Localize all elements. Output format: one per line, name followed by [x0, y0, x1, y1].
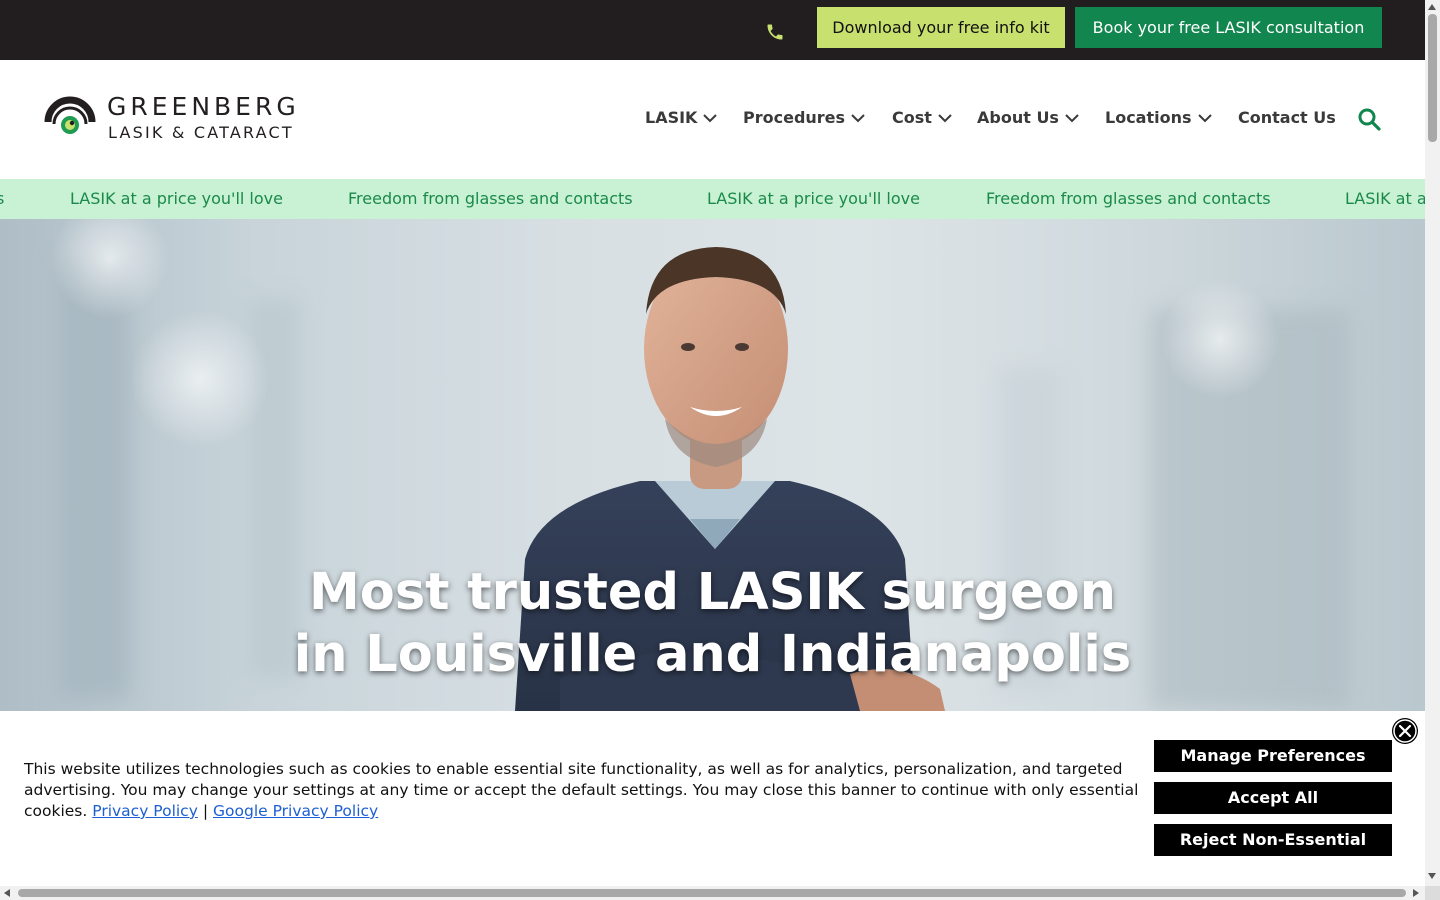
vertical-scrollbar[interactable] — [1425, 0, 1440, 886]
vertical-scroll-thumb[interactable] — [1428, 14, 1437, 142]
chevron-down-icon — [1197, 113, 1212, 122]
top-bar: Download your free info kit Book your fr… — [0, 0, 1425, 60]
ticker-item: Freedom from glasses and contacts — [986, 189, 1271, 208]
chevron-down-icon — [703, 113, 718, 122]
scroll-down-arrow-icon[interactable] — [1428, 873, 1436, 879]
nav-item-contact-us[interactable]: Contact Us — [1238, 108, 1336, 127]
cookie-banner: This website utilizes technologies such … — [0, 711, 1425, 886]
logo[interactable]: GREENBERG LASIK & CATARACT — [44, 92, 334, 148]
accept-all-button[interactable]: Accept All — [1154, 782, 1392, 814]
nav-item-lasik[interactable]: LASIK — [645, 108, 718, 127]
hero-title-line2: in Louisville and Indianapolis — [293, 625, 1132, 684]
ticker-item: s — [0, 189, 5, 208]
scrollbar-corner — [1425, 886, 1440, 900]
hero-title-line1: Most trusted LASIK surgeon — [309, 563, 1116, 622]
hero-title: Most trusted LASIK surgeon in Louisville… — [0, 562, 1425, 686]
ticker-item: LASIK at a — [1345, 189, 1425, 208]
privacy-policy-link[interactable]: Privacy Policy — [92, 802, 198, 820]
ticker-item: Freedom from glasses and contacts — [348, 189, 633, 208]
nav-item-label: Contact Us — [1238, 108, 1336, 127]
reject-non-essential-button[interactable]: Reject Non-Essential — [1154, 824, 1392, 856]
nav-item-label: Procedures — [743, 108, 846, 127]
nav-item-locations[interactable]: Locations — [1105, 108, 1212, 127]
chevron-down-icon — [851, 113, 865, 122]
cookie-close-button[interactable] — [1392, 718, 1418, 744]
download-info-kit-button[interactable]: Download your free info kit — [817, 7, 1065, 48]
logo-text-line1: GREENBERG — [107, 92, 300, 121]
chevron-down-icon — [1065, 113, 1079, 122]
link-separator: | — [202, 802, 209, 820]
logo-text-line2: LASIK & CATARACT — [108, 123, 294, 142]
book-consultation-button[interactable]: Book your free LASIK consultation — [1075, 7, 1382, 48]
chevron-down-icon — [938, 113, 952, 122]
hero-section: Most trusted LASIK surgeon in Louisville… — [0, 219, 1425, 711]
horizontal-scroll-thumb[interactable] — [18, 889, 1406, 897]
manage-preferences-button[interactable]: Manage Preferences — [1154, 740, 1392, 772]
logo-eye-icon — [44, 96, 96, 134]
close-icon — [1393, 719, 1417, 743]
nav-item-label: LASIK — [645, 108, 698, 127]
nav-item-label: Cost — [892, 108, 932, 127]
scroll-right-arrow-icon[interactable] — [1413, 889, 1419, 897]
nav-item-about-us[interactable]: About Us — [977, 108, 1079, 127]
phone-icon[interactable] — [765, 22, 785, 42]
scroll-up-arrow-icon[interactable] — [1428, 4, 1436, 10]
horizontal-scrollbar[interactable] — [0, 886, 1425, 900]
ticker-item: LASIK at a price you'll love — [70, 189, 283, 208]
scroll-left-arrow-icon[interactable] — [4, 889, 10, 897]
nav-item-label: About Us — [977, 108, 1059, 127]
nav-item-procedures[interactable]: Procedures — [743, 108, 865, 127]
cookie-message: This website utilizes technologies such … — [24, 759, 1144, 822]
site-header: GREENBERG LASIK & CATARACT LASIK Procedu… — [0, 60, 1425, 179]
search-icon[interactable] — [1357, 107, 1381, 131]
ticker-item: LASIK at a price you'll love — [707, 189, 920, 208]
promo-ticker: s LASIK at a price you'll love Freedom f… — [0, 179, 1425, 219]
nav-item-cost[interactable]: Cost — [892, 108, 952, 127]
nav-item-label: Locations — [1105, 108, 1192, 127]
google-privacy-policy-link[interactable]: Google Privacy Policy — [213, 802, 378, 820]
